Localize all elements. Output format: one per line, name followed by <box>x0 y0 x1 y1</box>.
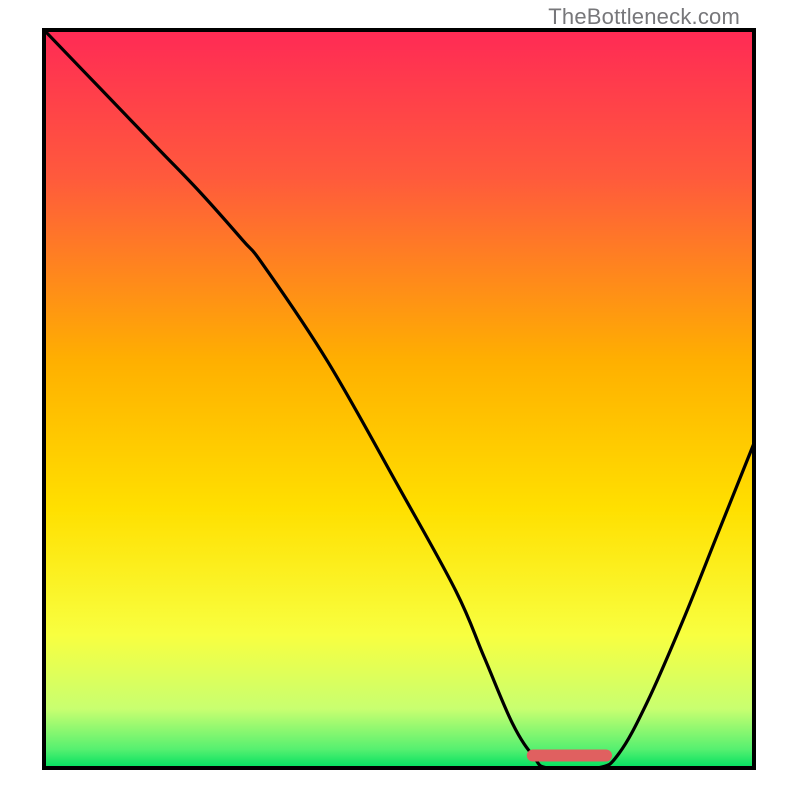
optimal-range-marker <box>527 749 612 761</box>
chart-svg <box>0 0 800 800</box>
plot-area <box>44 30 754 770</box>
bottleneck-chart-container: { "attribution": "TheBottleneck.com", "p… <box>0 0 800 800</box>
